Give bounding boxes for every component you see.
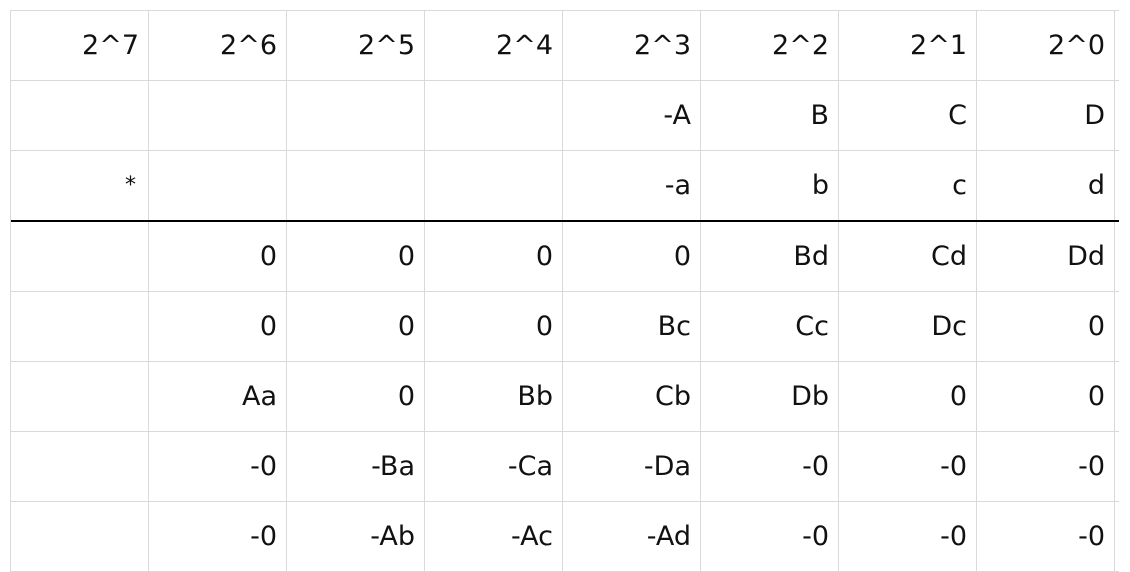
cell[interactable]: -Ba xyxy=(287,432,425,501)
cell[interactable]: d xyxy=(977,151,1115,220)
cell[interactable]: 0 xyxy=(149,292,287,361)
cell[interactable]: 2^5 xyxy=(287,11,425,80)
multiply-symbol-cell[interactable]: * xyxy=(11,151,149,220)
cell[interactable]: Cb xyxy=(563,362,701,431)
cell[interactable]: 0 xyxy=(287,222,425,291)
cell[interactable]: 0 xyxy=(839,362,977,431)
table-row: -A B C D xyxy=(11,80,1119,150)
cell[interactable]: D xyxy=(977,81,1115,150)
cell[interactable]: 2^0 xyxy=(977,11,1115,80)
cell[interactable]: b xyxy=(701,151,839,220)
table-row: * -a b c d xyxy=(11,150,1119,220)
cell[interactable]: -a xyxy=(563,151,701,220)
cell[interactable]: 0 xyxy=(977,362,1115,431)
cell[interactable]: -Ad xyxy=(563,502,701,571)
table-row: 0 0 0 0 Bd Cd Dd xyxy=(11,220,1119,291)
cell[interactable]: -Ab xyxy=(287,502,425,571)
table-row: Aa 0 Bb Cb Db 0 0 xyxy=(11,361,1119,431)
cell[interactable] xyxy=(425,81,563,150)
cell[interactable]: 0 xyxy=(977,292,1115,361)
cell[interactable]: Db xyxy=(701,362,839,431)
cell[interactable]: B xyxy=(701,81,839,150)
cell[interactable]: Bc xyxy=(563,292,701,361)
cell[interactable] xyxy=(287,81,425,150)
cell[interactable]: -0 xyxy=(149,432,287,501)
cell[interactable]: 2^7 xyxy=(11,11,149,80)
cell[interactable]: Cc xyxy=(701,292,839,361)
cell[interactable]: -Ac xyxy=(425,502,563,571)
cell[interactable]: 2^3 xyxy=(563,11,701,80)
cell[interactable] xyxy=(149,151,287,220)
cell[interactable]: -0 xyxy=(839,502,977,571)
cell[interactable] xyxy=(11,502,149,571)
cell[interactable]: -0 xyxy=(701,432,839,501)
cell[interactable]: -Ca xyxy=(425,432,563,501)
cell[interactable]: Aa xyxy=(149,362,287,431)
cell[interactable]: 0 xyxy=(425,222,563,291)
cell[interactable]: Dc xyxy=(839,292,977,361)
cell[interactable]: -Da xyxy=(563,432,701,501)
cell[interactable]: -0 xyxy=(839,432,977,501)
cell[interactable]: Dd xyxy=(977,222,1115,291)
cell[interactable]: -0 xyxy=(977,502,1115,571)
cell[interactable]: -0 xyxy=(701,502,839,571)
cell[interactable]: 0 xyxy=(425,292,563,361)
cell[interactable] xyxy=(11,432,149,501)
cell[interactable]: c xyxy=(839,151,977,220)
cell[interactable]: 0 xyxy=(149,222,287,291)
cell[interactable] xyxy=(425,151,563,220)
cell[interactable] xyxy=(287,151,425,220)
cell[interactable]: 2^6 xyxy=(149,11,287,80)
cell[interactable]: 0 xyxy=(287,292,425,361)
cell[interactable]: -0 xyxy=(977,432,1115,501)
cell[interactable]: Bb xyxy=(425,362,563,431)
cell[interactable]: -0 xyxy=(149,502,287,571)
table-row: -0 -Ab -Ac -Ad -0 -0 -0 xyxy=(11,501,1119,572)
cell[interactable]: 2^2 xyxy=(701,11,839,80)
cell[interactable]: 2^1 xyxy=(839,11,977,80)
cell[interactable] xyxy=(11,222,149,291)
table-row: -0 -Ba -Ca -Da -0 -0 -0 xyxy=(11,431,1119,501)
table-row: 0 0 0 Bc Cc Dc 0 xyxy=(11,291,1119,361)
cell[interactable] xyxy=(11,362,149,431)
cell[interactable] xyxy=(11,292,149,361)
cell[interactable]: 0 xyxy=(287,362,425,431)
cell[interactable]: Cd xyxy=(839,222,977,291)
cell[interactable]: Bd xyxy=(701,222,839,291)
cell[interactable] xyxy=(149,81,287,150)
cell[interactable]: 0 xyxy=(563,222,701,291)
table-row: 2^7 2^6 2^5 2^4 2^3 2^2 2^1 2^0 xyxy=(11,10,1119,80)
cell[interactable]: C xyxy=(839,81,977,150)
cell[interactable]: -A xyxy=(563,81,701,150)
spreadsheet-grid: 2^7 2^6 2^5 2^4 2^3 2^2 2^1 2^0 -A B C D… xyxy=(10,10,1119,572)
cell[interactable]: 2^4 xyxy=(425,11,563,80)
cell[interactable] xyxy=(11,81,149,150)
